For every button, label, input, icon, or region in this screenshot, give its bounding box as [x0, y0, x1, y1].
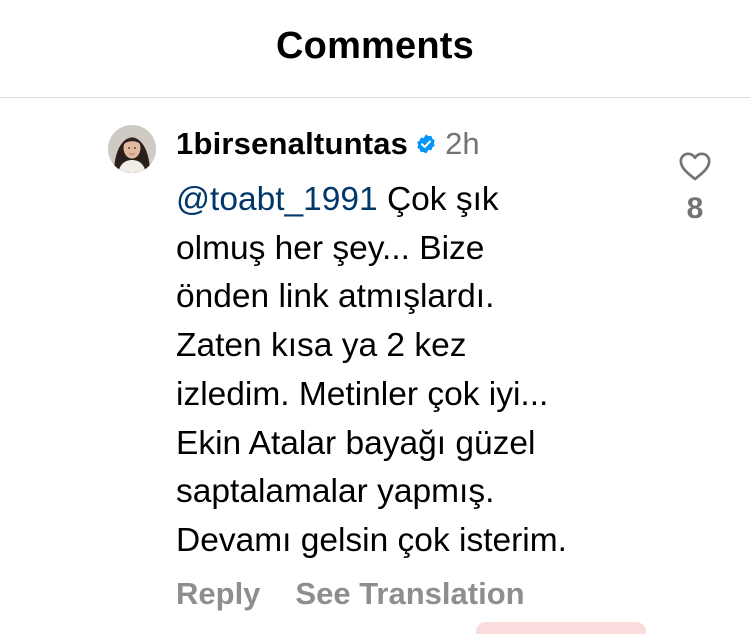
comment-timestamp: 2h	[445, 126, 480, 161]
comment-line-text: Çok şık	[377, 181, 499, 218]
like-count: 8	[686, 192, 704, 225]
verified-badge-icon	[415, 133, 437, 155]
comment-line: Devamı gelsin çok isterim.	[176, 521, 567, 559]
comments-screen: Comments 1birsenaltuntas 2h @toabt_1991 …	[0, 0, 750, 634]
avatar[interactable]	[108, 125, 156, 173]
comment-line: önden link atmışlardı.	[176, 278, 495, 316]
comment-text: @toabt_1991 Çok şık olmuş her şey... Biz…	[176, 176, 646, 566]
comment-line: olmuş her şey... Bize	[176, 229, 485, 267]
comment-username[interactable]: 1birsenaltuntas	[176, 126, 408, 162]
comment-meta: 1birsenaltuntas 2h	[176, 123, 646, 165]
comment-line: saptalamalar yapmış.	[176, 473, 495, 511]
comment: 1birsenaltuntas 2h @toabt_1991 Çok şık o…	[176, 125, 646, 566]
mention-link[interactable]: @toabt_1991	[176, 181, 378, 218]
header-divider	[0, 97, 750, 98]
page-title: Comments	[276, 25, 474, 67]
comment-line: izledim. Metinler çok iyi...	[176, 375, 549, 413]
like-control: 8	[672, 150, 718, 240]
next-comment-peek	[476, 622, 646, 634]
heart-outline-icon[interactable]	[678, 150, 712, 182]
comment-line: Ekin Atalar bayağı güzel	[176, 424, 536, 462]
comment-line: Zaten kısa ya 2 kez	[176, 327, 467, 365]
comment-line: @toabt_1991 Çok şık	[176, 176, 646, 225]
reply-button[interactable]: Reply	[176, 576, 260, 612]
see-translation-button[interactable]: See Translation	[295, 576, 524, 612]
comments-header: Comments	[0, 0, 750, 97]
comment-actions: Reply See Translation	[176, 574, 525, 614]
avatar-photo	[108, 125, 156, 173]
